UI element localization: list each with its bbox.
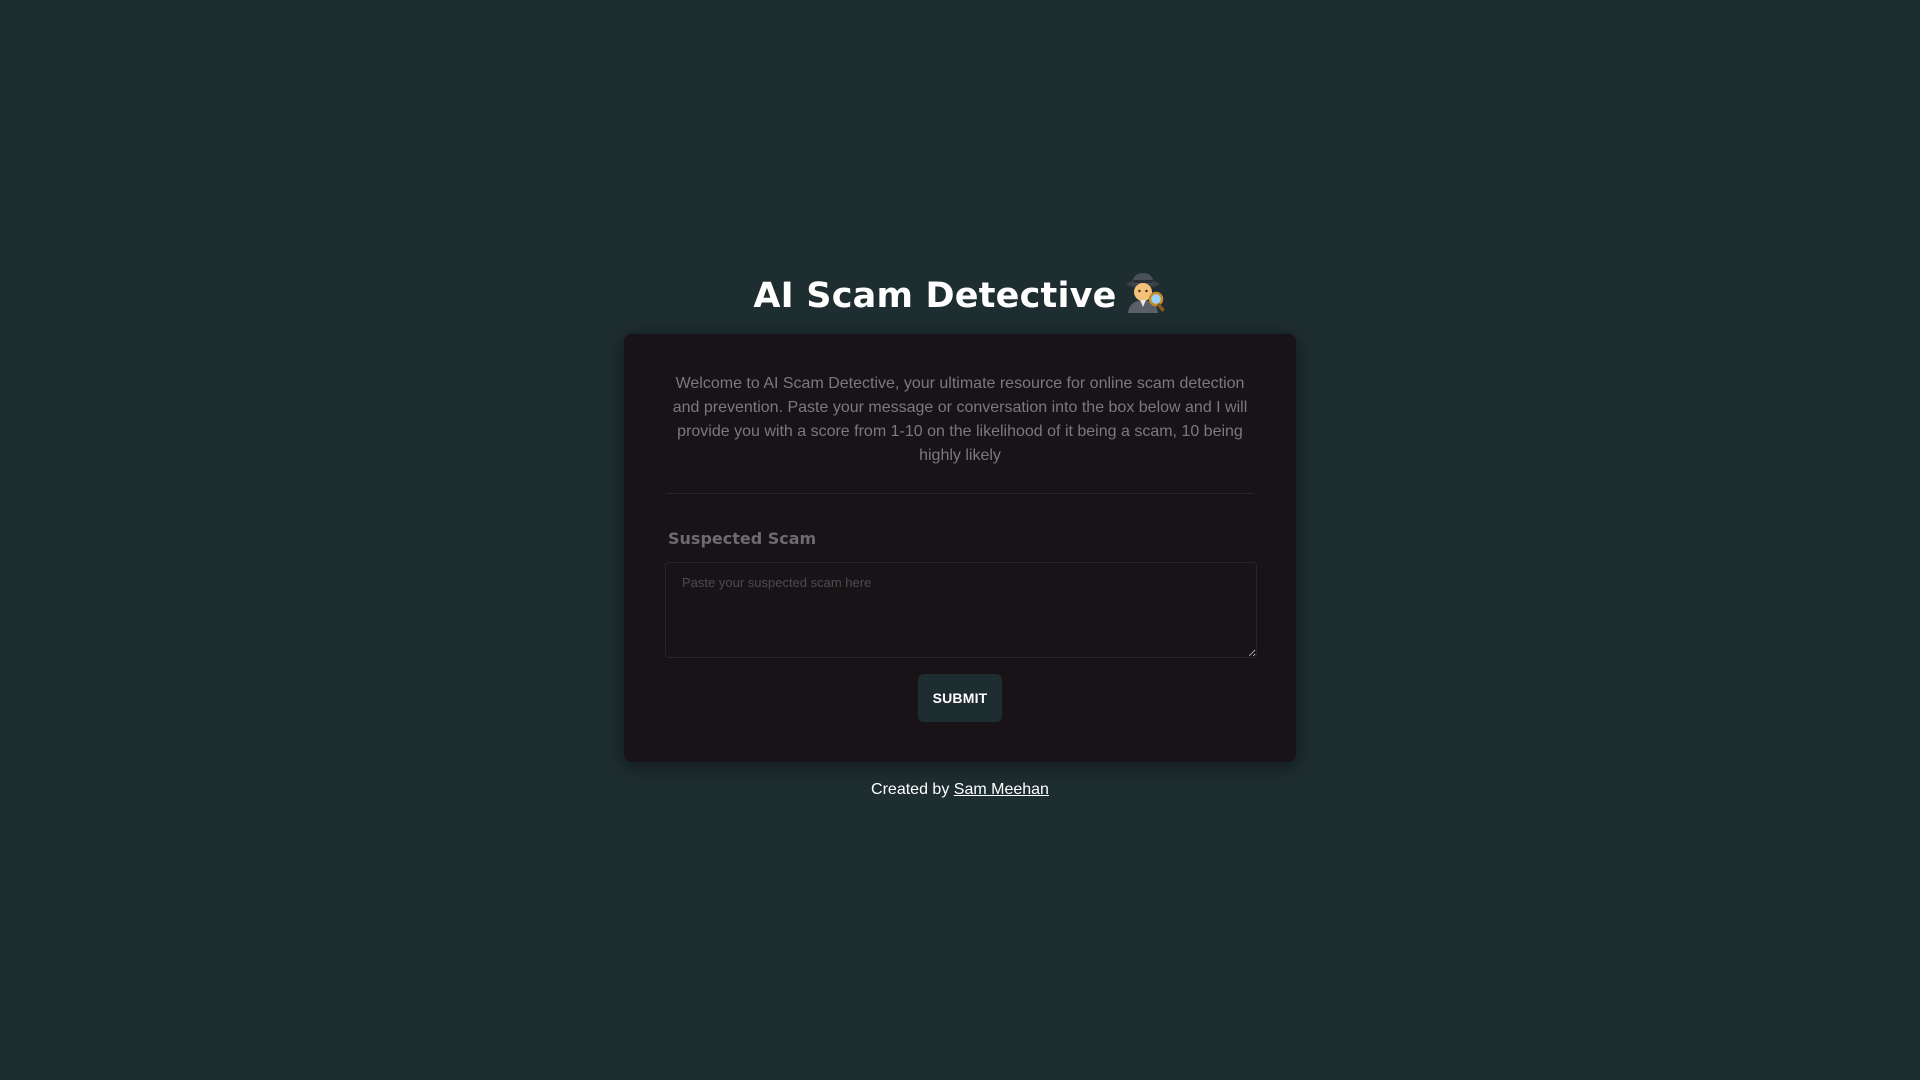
submit-button[interactable]: SUBMIT (918, 674, 1002, 722)
detective-emoji-icon (1126, 273, 1164, 313)
author-link[interactable]: Sam Meehan (954, 781, 1049, 798)
page: AI Scam Detective Welcome to AI Scam Det… (0, 0, 1920, 1080)
intro-text: Welcome to AI Scam Detective, your ultim… (672, 375, 1248, 464)
page-title: AI Scam Detective (0, 268, 1920, 324)
main-card: Welcome to AI Scam Detective, your ultim… (624, 334, 1296, 762)
footer-prefix: Created by (871, 781, 950, 798)
footer: Created by Sam Meehan (0, 778, 1920, 802)
page-title-text: AI Scam Detective (753, 276, 1117, 316)
suspected-scam-input[interactable] (665, 562, 1257, 658)
suspected-scam-label: Suspected Scam (668, 529, 817, 548)
divider (666, 493, 1254, 494)
